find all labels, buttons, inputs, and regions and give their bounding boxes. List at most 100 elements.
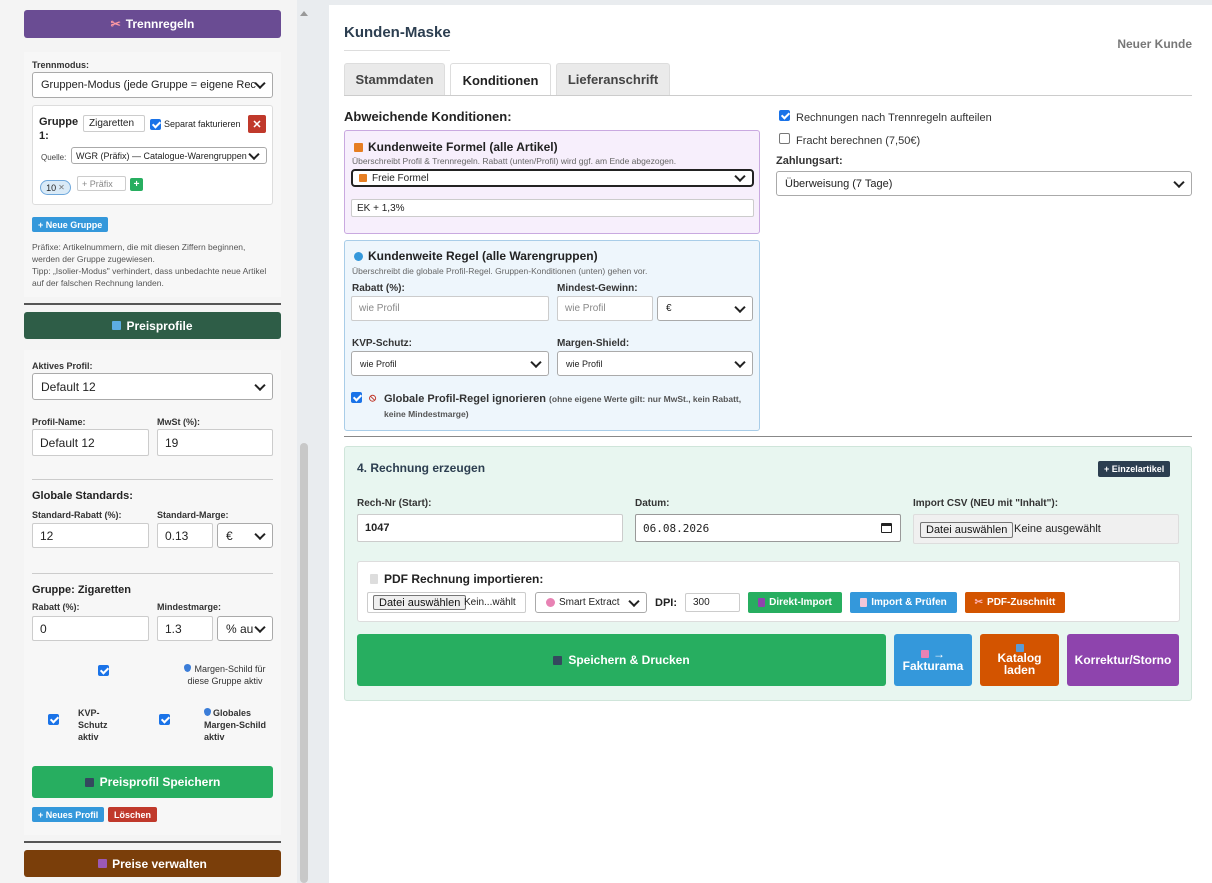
regel-kvp-select[interactable]: wie Profil — [351, 351, 549, 376]
box-icon — [921, 650, 929, 658]
regel-rabatt-input[interactable]: wie Profil — [351, 296, 549, 321]
profile-name-input[interactable]: Default 12 — [32, 429, 149, 456]
preisprofile-button[interactable]: Preisprofile — [24, 312, 281, 339]
save-profile-label: Preisprofil Speichern — [99, 775, 221, 789]
manage-prices-button[interactable]: Preise verwalten — [24, 850, 281, 877]
freight-checkbox[interactable] — [779, 133, 790, 144]
ignore-profile-checkbox[interactable] — [351, 392, 362, 403]
regel-desc: Überschreibt die globale Profil-Regel. G… — [352, 266, 648, 276]
group-rabatt-input[interactable]: 0 — [32, 616, 149, 641]
divider — [24, 841, 281, 843]
datum-value: 06.08.2026 — [643, 521, 710, 535]
calculator-icon — [354, 142, 363, 152]
scroll-up-arrow[interactable] — [300, 8, 308, 20]
std-marge-unit-select[interactable]: € — [217, 523, 273, 548]
margin-shield-group-checkbox[interactable] — [98, 665, 109, 676]
import-check-button[interactable]: Import & Prüfen — [850, 592, 957, 613]
regel-rabatt-label: Rabatt (%): — [352, 283, 405, 294]
regel-mindest-input[interactable]: wie Profil — [557, 296, 653, 321]
chart-icon — [112, 321, 122, 330]
extract-mode-select[interactable]: Smart Extract — [535, 592, 647, 613]
correction-storno-button[interactable]: Korrektur/Storno — [1067, 634, 1179, 686]
std-marge-input[interactable]: 0.13 — [157, 523, 213, 548]
title-underline — [344, 50, 450, 51]
active-profile-label: Aktives Profil: — [32, 361, 93, 371]
pdf-import-box: PDF Rechnung importieren: Datei auswähle… — [357, 561, 1180, 622]
save-print-button[interactable]: Speichern & Drucken — [357, 634, 886, 686]
csv-file-button[interactable]: Datei auswählen — [920, 522, 1014, 538]
kvp-label: KVP-Schutz aktiv — [78, 708, 108, 742]
global-shield-label: Globales Margen-Schild aktiv — [204, 707, 274, 743]
calculator-icon — [359, 174, 367, 182]
payment-select[interactable]: Überweisung (7 Tage) — [776, 171, 1192, 196]
separate-checkbox[interactable] — [150, 119, 161, 130]
dpi-label: DPI: — [655, 597, 677, 609]
regel-title: Kundenweite Regel (alle Warengruppen) — [354, 249, 598, 263]
active-profile-select[interactable]: Default 12 — [32, 373, 273, 400]
load-catalog-button[interactable]: Katalog laden — [980, 634, 1059, 686]
calendar-icon[interactable] — [881, 523, 892, 533]
kvp-checkbox[interactable] — [48, 714, 59, 725]
pdf-cut-button[interactable]: ✂ PDF-Zuschnitt — [965, 592, 1065, 613]
group-min-input[interactable]: 1.3 — [157, 616, 213, 641]
divider — [32, 479, 273, 480]
formel-title: Kundenweite Formel (alle Artikel) — [354, 140, 558, 154]
payment-value: Überweisung (7 Tage) — [785, 177, 893, 190]
tab-lieferanschrift[interactable]: Lieferanschrift — [556, 63, 670, 95]
std-rabatt-input[interactable]: 12 — [32, 523, 149, 548]
trennmodus-select[interactable]: Gruppen-Modus (jede Gruppe = eigene Rec — [32, 72, 273, 98]
rech-nr-input[interactable]: 1047 — [357, 514, 623, 542]
group-min-unit-select[interactable]: % au — [217, 616, 273, 641]
source-select[interactable]: WGR (Präfix) — Catalogue-Warengruppen — [71, 147, 267, 164]
pdf-file-button[interactable]: Datei auswählen — [373, 595, 467, 610]
import-icon — [758, 598, 766, 607]
add-prefix-button[interactable]: + — [130, 178, 143, 191]
fakturama-button[interactable]: → Fakturama — [894, 634, 972, 686]
document-icon — [370, 574, 378, 584]
formel-select-value: Freie Formel — [372, 172, 429, 184]
regel-shield-select[interactable]: wie Profil — [557, 351, 753, 376]
invoice-title: 4. Rechnung erzeugen — [357, 461, 486, 475]
preisprofile-panel: Aktives Profil: Default 12 Profil-Name: … — [24, 350, 281, 835]
std-marge-label: Standard-Marge: — [157, 510, 229, 520]
group-name-input[interactable]: Zigaretten — [83, 115, 145, 132]
floppy-icon — [84, 777, 94, 787]
dpi-input[interactable]: 300 — [685, 593, 740, 612]
global-shield-checkbox[interactable] — [159, 714, 170, 725]
split-invoices-checkbox[interactable] — [779, 110, 790, 121]
tab-stammdaten[interactable]: Stammdaten — [344, 63, 445, 95]
sidebar-scrollbar[interactable] — [300, 443, 308, 883]
abweichende-title: Abweichende Konditionen: — [344, 109, 512, 124]
pdf-file-status: Kein...wählt — [464, 597, 516, 608]
group-delete-button[interactable]: ✕ — [248, 115, 266, 133]
scissors-icon: ✂ — [974, 597, 984, 608]
csv-file-input[interactable]: Datei auswählen Keine ausgewählt — [913, 514, 1179, 544]
trennregeln-button[interactable]: ✂ Trennregeln — [24, 10, 281, 38]
ignore-profile-text: Globale Profil-Regel ignorieren — [384, 393, 546, 405]
formel-input[interactable]: EK + 1,3% — [351, 199, 754, 217]
datum-input[interactable]: 06.08.2026 — [635, 514, 901, 542]
pdf-file-input[interactable]: Datei auswählen Kein...wählt — [367, 592, 526, 613]
std-rabatt-label: Standard-Rabatt (%): — [32, 510, 122, 520]
trennmodus-label: Trennmodus: — [32, 60, 90, 70]
new-profile-button[interactable]: + Neues Profil — [32, 807, 105, 822]
group-card: Gruppe 1: Zigaretten Separat fakturieren… — [32, 105, 273, 205]
close-icon: ✕ — [252, 118, 262, 131]
formel-select[interactable]: Freie Formel — [351, 169, 754, 187]
single-item-button[interactable]: + Einzelartikel — [1098, 461, 1171, 477]
new-group-button[interactable]: + Neue Gruppe — [32, 217, 109, 232]
tab-konditionen[interactable]: Konditionen — [450, 63, 551, 96]
regel-mindest-label: Mindest-Gewinn: — [557, 283, 638, 294]
mwst-input[interactable]: 19 — [157, 429, 273, 456]
tag-remove-icon[interactable]: ✕ — [58, 183, 65, 192]
margin-shield-group-label: Margen-Schild für diese Gruppe aktiv — [177, 663, 273, 687]
prefix-input[interactable]: + Präfix — [77, 176, 126, 191]
hint-prefix: Präfixe: Artikelnummern, die mit diesen … — [32, 242, 246, 264]
direct-import-button[interactable]: Direkt-Import — [748, 592, 842, 613]
delete-profile-button[interactable]: Löschen — [108, 807, 158, 822]
save-profile-button[interactable]: Preisprofil Speichern — [32, 766, 273, 798]
new-customer-label[interactable]: Neuer Kunde — [1117, 37, 1192, 51]
group-min-unit: % au — [226, 621, 254, 636]
regel-mindest-unit-select[interactable]: € — [657, 296, 753, 321]
brain-icon — [546, 598, 555, 607]
